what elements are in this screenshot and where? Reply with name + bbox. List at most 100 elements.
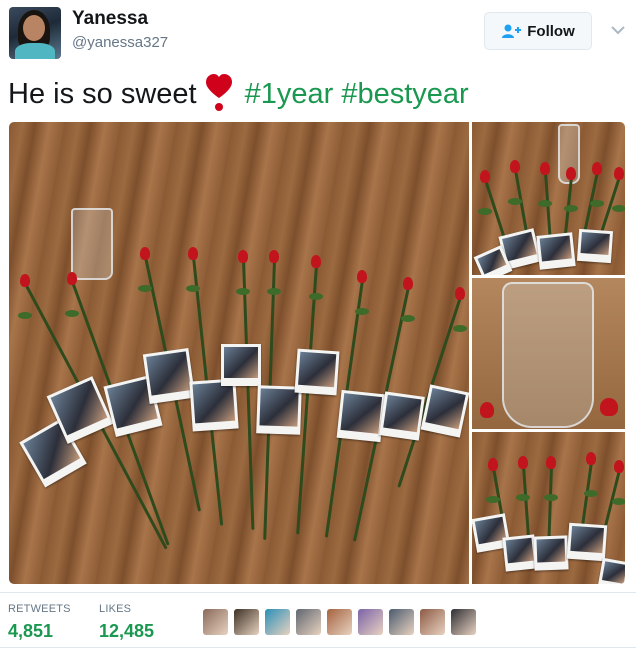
rose — [403, 277, 413, 290]
rose-leaf — [186, 285, 200, 292]
liker-avatars — [203, 609, 476, 635]
rose — [510, 160, 520, 173]
rose-leaf — [508, 198, 522, 205]
polaroid-photo — [566, 522, 608, 562]
polaroid-photo — [189, 378, 239, 432]
rose — [140, 247, 150, 260]
avatar-face — [23, 15, 45, 41]
rose — [480, 170, 490, 183]
rose-leaf — [453, 325, 467, 332]
liker-avatar[interactable] — [451, 609, 476, 635]
polaroid-photo — [533, 535, 569, 571]
rose-leaf — [138, 285, 152, 292]
polaroid-photo — [420, 384, 469, 438]
rose-leaf — [538, 200, 552, 207]
follow-label: Follow — [527, 22, 575, 40]
polaroid-photo — [294, 348, 340, 396]
rose-stem — [242, 259, 255, 530]
glass-vase — [71, 208, 113, 280]
liker-avatar[interactable] — [358, 609, 383, 635]
rose — [357, 270, 367, 283]
polaroid-picture — [570, 525, 605, 554]
user-handle[interactable]: @yanessa327 — [72, 34, 168, 51]
rose — [600, 398, 618, 416]
retweets-label: RETWEETS — [8, 603, 71, 615]
rose-leaf — [584, 490, 598, 497]
photo-roses-polaroids[interactable] — [9, 122, 469, 584]
polaroid-picture — [505, 537, 534, 564]
rose-leaf — [18, 312, 32, 319]
rose-leaf — [236, 288, 250, 295]
rose — [586, 452, 596, 465]
rose-leaf — [544, 494, 558, 501]
liker-avatar[interactable] — [203, 609, 228, 635]
media-grid — [9, 122, 625, 584]
polaroid-picture — [259, 388, 299, 427]
polaroid-picture — [146, 351, 192, 396]
polaroid-photo — [142, 348, 196, 404]
avatar[interactable] — [9, 7, 61, 59]
polaroid-picture — [601, 561, 625, 584]
liker-avatar[interactable] — [234, 609, 259, 635]
add-user-icon — [502, 24, 522, 38]
rose — [592, 162, 602, 175]
tweet-stats: RETWEETS 4,851 LIKES 12,485 — [0, 592, 636, 648]
polaroid-photo — [379, 391, 425, 441]
rose-leaf — [267, 288, 281, 295]
rose-leaf — [309, 293, 323, 300]
rose — [614, 167, 624, 180]
polaroid-picture — [477, 249, 507, 275]
polaroid-picture — [425, 387, 466, 430]
liker-avatar[interactable] — [420, 609, 445, 635]
polaroid-photo — [221, 344, 261, 386]
polaroid-photo — [536, 232, 576, 270]
rose — [480, 402, 494, 418]
retweets-count[interactable]: 4,851 — [8, 621, 53, 642]
polaroid-photo — [576, 228, 614, 264]
rose — [518, 456, 528, 469]
rose-leaf — [486, 496, 500, 503]
rose — [269, 250, 279, 263]
hashtag-1year[interactable]: #1year — [245, 78, 334, 110]
polaroid-picture — [298, 351, 337, 388]
rose — [614, 460, 624, 473]
polaroid-photo — [597, 557, 625, 584]
liker-avatar[interactable] — [327, 609, 352, 635]
liker-avatar[interactable] — [265, 609, 290, 635]
rose — [488, 458, 498, 471]
rose-leaf — [478, 208, 492, 215]
engraved-vase — [502, 282, 594, 428]
rose — [311, 255, 321, 268]
rose-leaf — [564, 205, 578, 212]
liker-avatar[interactable] — [389, 609, 414, 635]
chevron-down-icon[interactable] — [610, 24, 626, 36]
rose-leaf — [590, 200, 604, 207]
rose-leaf — [612, 205, 625, 212]
rose-leaf — [401, 315, 415, 322]
tweet-body: He is so sweet — [8, 78, 197, 110]
hashtag-bestyear[interactable]: #bestyear — [341, 78, 468, 110]
polaroid-picture — [224, 347, 258, 378]
rose — [238, 250, 248, 263]
likes-count[interactable]: 12,485 — [99, 621, 154, 642]
rose-leaf — [516, 494, 530, 501]
photo-roses-top-right[interactable] — [472, 122, 625, 275]
follow-button[interactable]: Follow — [484, 12, 592, 50]
rose-leaf — [612, 498, 625, 505]
avatar-shirt — [15, 43, 55, 59]
photo-roses-bottom-right[interactable] — [472, 432, 625, 584]
polaroid-photo — [256, 385, 302, 435]
polaroid-picture — [536, 538, 566, 563]
polaroid-picture — [340, 393, 383, 434]
polaroid-picture — [580, 232, 610, 255]
rose — [566, 167, 576, 180]
photo-engraved-vase[interactable] — [472, 278, 625, 429]
rose — [188, 247, 198, 260]
rose-leaf — [355, 308, 369, 315]
rose-leaf — [65, 310, 79, 317]
user-name[interactable]: Yanessa — [72, 8, 148, 30]
polaroid-photo — [502, 534, 538, 572]
polaroid-picture — [192, 381, 236, 424]
liker-avatar[interactable] — [296, 609, 321, 635]
likes-label: LIKES — [99, 603, 132, 615]
